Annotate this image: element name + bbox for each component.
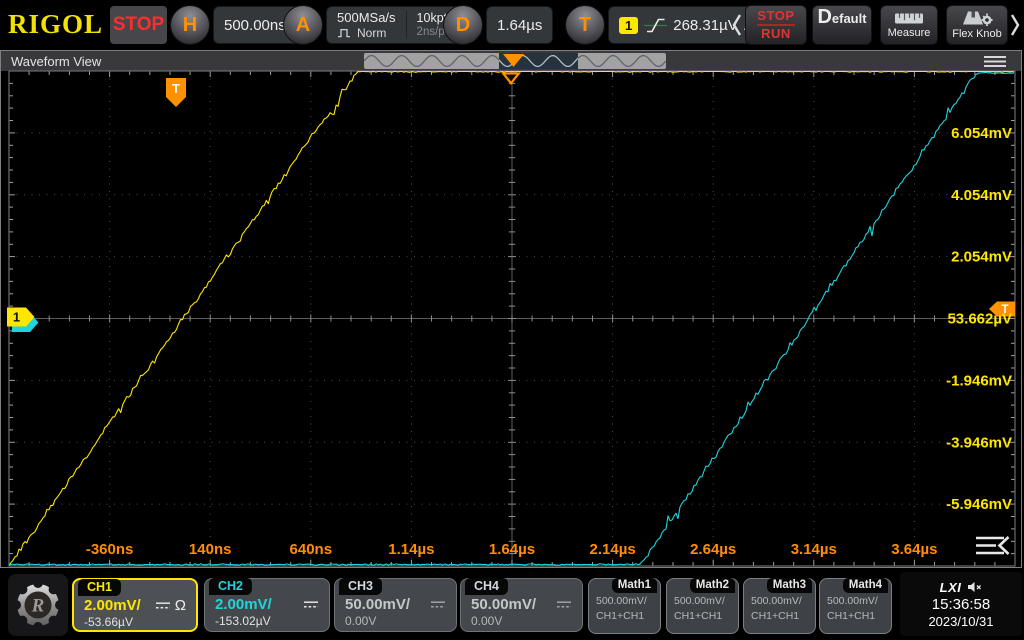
channel-4-scale: 50.00mV/ — [471, 596, 536, 613]
acquire-knob[interactable]: A — [283, 5, 323, 45]
chevron-left-icon — [731, 11, 743, 39]
acquire-mode: Norm — [357, 26, 386, 40]
channel-1-tab[interactable]: CH1 — [78, 579, 121, 596]
channel-3-status[interactable]: CH3 50.00mV/ 0.00V — [334, 578, 457, 632]
lxi-label: LXI — [940, 580, 962, 595]
toolbar-scroll-right-button[interactable] — [1009, 11, 1021, 39]
measure-button[interactable]: Measure — [880, 5, 938, 45]
oscilloscope-screen: RIGOL STOP H 500.00ns/ A 500MSa/s Norm 1… — [0, 0, 1024, 640]
channel-3-scale: 50.00mV/ — [345, 596, 410, 613]
dc-coupling-icon — [556, 600, 572, 609]
system-date: 2023/10/31 — [928, 614, 993, 629]
ruler-icon — [894, 12, 924, 25]
stop-label: STOP — [757, 8, 794, 26]
channel-1-status[interactable]: CH1 2.00mV/ Ω -53.66µV — [72, 578, 198, 632]
channel-4-tab[interactable]: CH4 — [465, 578, 508, 595]
channel-2-scale: 2.00mV/ — [215, 596, 272, 613]
dc-coupling-icon — [155, 601, 171, 610]
waveform-navigator-scrollbar[interactable] — [364, 53, 666, 69]
channel-2-status[interactable]: CH2 2.00mV/ -153.02µV — [204, 578, 330, 632]
gear-logo-icon: R — [12, 579, 64, 631]
horizontal-knob[interactable]: H — [170, 5, 210, 45]
horizontal-group: H 500.00ns/ — [170, 5, 301, 45]
trigger-source-badge: 1 — [619, 17, 638, 34]
math-2-status[interactable]: Math2 500.00mV/ CH1+CH1 — [666, 578, 739, 634]
waveform-view-window: Waveform View — [0, 50, 1022, 568]
rigol-home-button[interactable]: R — [8, 574, 68, 636]
dc-coupling-icon — [303, 600, 319, 609]
channel-1-scale: 2.00mV/ — [84, 597, 141, 614]
flex-knob-icon — [960, 10, 994, 26]
flex-knob-button[interactable]: Flex Knob — [946, 5, 1008, 45]
titlebar-menu-icon[interactable] — [983, 55, 1007, 68]
rising-edge-icon — [644, 16, 667, 35]
math-3-tab[interactable]: Math3 — [767, 578, 812, 593]
measure-label: Measure — [888, 27, 931, 39]
waveform-view-titlebar: Waveform View — [1, 51, 1021, 71]
default-label-rest: efault — [832, 11, 867, 26]
math-1-expression: CH1+CH1 — [589, 610, 660, 622]
delay-value[interactable]: 1.64µs — [486, 6, 553, 44]
math-2-tab[interactable]: Math2 — [690, 578, 735, 593]
math-2-expression: CH1+CH1 — [667, 610, 738, 622]
sample-rate: 500MSa/s — [337, 10, 396, 26]
math-4-expression: CH1+CH1 — [820, 610, 891, 622]
stop-run-button[interactable]: STOP RUN — [745, 5, 807, 45]
math-3-scale: 500.00mV/ — [744, 595, 815, 607]
system-time: 15:36:58 — [932, 596, 990, 613]
run-label: RUN — [761, 26, 791, 42]
flex-knob-label: Flex Knob — [952, 28, 1002, 40]
delay-group: D 1.64µs — [443, 5, 553, 45]
chevron-right-icon — [1009, 11, 1021, 39]
delay-knob[interactable]: D — [443, 5, 483, 45]
acquisition-group: A 500MSa/s Norm 10kpts 2ns/pt — [283, 5, 464, 45]
math-1-scale: 500.00mV/ — [589, 595, 660, 607]
math-3-status[interactable]: Math3 500.00mV/ CH1+CH1 — [743, 578, 816, 634]
default-button[interactable]: Default — [812, 5, 872, 45]
channel-4-status[interactable]: CH4 50.00mV/ 0.00V — [460, 578, 583, 632]
math-4-status[interactable]: Math4 500.00mV/ CH1+CH1 — [819, 578, 892, 634]
toolbar-scroll-left-button[interactable] — [731, 11, 743, 39]
math-3-expression: CH1+CH1 — [744, 610, 815, 622]
math-1-status[interactable]: Math1 500.00mV/ CH1+CH1 — [588, 578, 661, 634]
view-title: Waveform View — [11, 54, 101, 69]
math-4-scale: 500.00mV/ — [820, 595, 891, 607]
math-4-tab[interactable]: Math4 — [843, 578, 888, 593]
trigger-knob[interactable]: T — [565, 5, 605, 45]
svg-text:R: R — [31, 596, 45, 617]
channel-3-offset: 0.00V — [335, 614, 456, 628]
system-status-panel[interactable]: LXI 15:36:58 2023/10/31 — [900, 572, 1022, 636]
math-2-scale: 500.00mV/ — [667, 595, 738, 607]
default-label-cap: D — [817, 6, 831, 29]
channel-1-offset: -53.66µV — [74, 615, 196, 629]
math-1-tab[interactable]: Math1 — [612, 578, 657, 593]
channel-2-tab[interactable]: CH2 — [209, 578, 252, 595]
impedance-label: Ω — [175, 597, 186, 614]
dc-coupling-icon — [430, 600, 446, 609]
rigol-logo: RIGOL — [8, 9, 103, 40]
channel-4-offset: 0.00V — [461, 614, 582, 628]
channel-2-offset: -153.02µV — [205, 614, 329, 628]
speaker-muted-icon — [967, 581, 982, 593]
trigger-level-value: 268.31µV — [673, 17, 738, 34]
top-toolbar: RIGOL STOP H 500.00ns/ A 500MSa/s Norm 1… — [0, 0, 1024, 50]
channel-3-tab[interactable]: CH3 — [339, 578, 382, 595]
acquisition-status-badge[interactable]: STOP — [110, 6, 167, 44]
pulse-icon — [337, 28, 353, 38]
